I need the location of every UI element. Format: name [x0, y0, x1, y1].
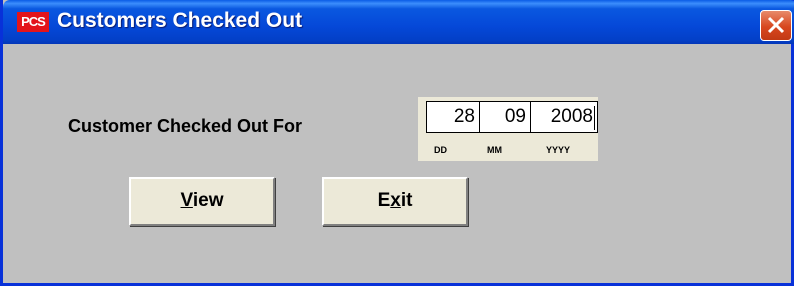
year-input[interactable]: 2008 [530, 101, 598, 133]
date-input-group: 28 09 2008 DD MM YYYY [418, 97, 598, 161]
year-value: 2008 [550, 106, 593, 127]
close-icon [767, 16, 785, 34]
exit-button-mnemonic: x [390, 190, 401, 211]
day-format-hint: DD [434, 145, 447, 155]
app-logo-icon: PCS [17, 12, 49, 32]
text-caret [594, 106, 595, 130]
exit-button-prefix: E [377, 190, 391, 211]
checked-out-date-label: Customer Checked Out For [68, 116, 303, 136]
view-button-mnemonic: V [180, 190, 193, 211]
close-button[interactable] [760, 10, 792, 41]
customers-checked-out-window: PCS Customers Checked Out Customer Check… [0, 0, 794, 286]
title-bar[interactable]: PCS Customers Checked Out [3, 0, 794, 44]
exit-button[interactable]: Exit [322, 177, 468, 226]
view-button[interactable]: View [129, 177, 275, 226]
view-button-suffix: iew [192, 190, 224, 211]
month-input[interactable]: 09 [479, 101, 531, 133]
exit-button-suffix: it [400, 190, 413, 211]
window-title: Customers Checked Out [57, 9, 303, 32]
day-input[interactable]: 28 [426, 101, 480, 133]
year-format-hint: YYYY [546, 145, 571, 155]
month-format-hint: MM [487, 145, 502, 155]
